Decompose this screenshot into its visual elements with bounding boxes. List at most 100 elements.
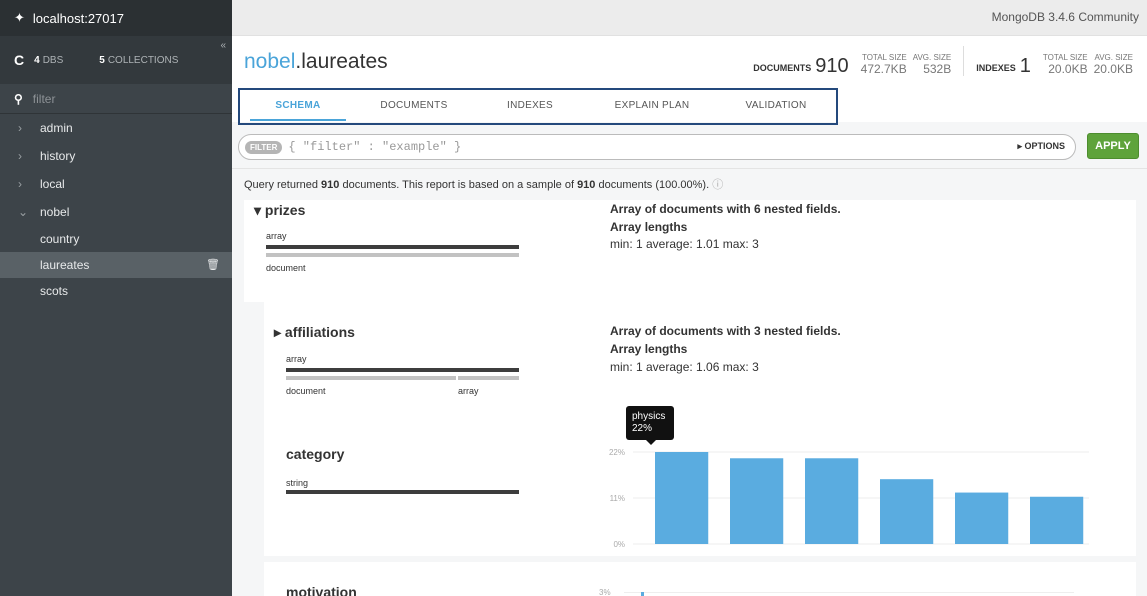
sidebar-collection-laureates[interactable]: laureates 🗑 (0, 252, 232, 278)
indexes-stat: INDEXES 1 (976, 56, 1031, 76)
db-label: admin (40, 121, 73, 135)
array-lengths-label: Array lengths (610, 220, 688, 234)
filter-query-input[interactable]: FILTER { "filter" : "example" } ▸ OPTION… (238, 134, 1076, 160)
tab-validation[interactable]: VALIDATION (716, 90, 836, 123)
idx-avg-size: AVG. SIZE 20.0KB (1094, 53, 1133, 76)
host-label: localhost:27017 (32, 10, 124, 26)
db-label: local (40, 177, 65, 191)
collection-label: scots (40, 284, 69, 298)
info-count: 910 (577, 179, 596, 191)
tab-documents[interactable]: DOCUMENTS (356, 90, 472, 123)
filter-chip: FILTER (245, 140, 283, 154)
tab-indexes[interactable]: INDEXES (472, 90, 588, 123)
collection-label: country (40, 232, 80, 246)
documents-label: DOCUMENTS (753, 63, 812, 73)
type-bar-document[interactable] (266, 253, 519, 257)
category-bar[interactable] (955, 492, 1009, 544)
collection-label: laureates (40, 258, 90, 272)
info-text: documents (100.00%). (595, 179, 710, 191)
sidebar-collection-country[interactable]: country (0, 226, 232, 252)
db-name[interactable]: nobel (244, 50, 295, 73)
trash-icon[interactable]: 🗑 (206, 258, 220, 271)
refresh-icon[interactable]: C (14, 52, 24, 68)
type-bar-array[interactable] (286, 368, 519, 372)
type-bar-array[interactable] (266, 245, 519, 249)
category-bar[interactable] (655, 452, 709, 544)
field-affiliations: ▸ affiliations array document array Arra… (264, 300, 1136, 422)
chevron-right-icon: › (18, 121, 22, 135)
sidebar-db-local[interactable]: › local (0, 170, 232, 198)
db-label: nobel (40, 205, 70, 219)
field-name[interactable]: category (286, 446, 344, 462)
idx-avg-size-value: 20.0KB (1093, 62, 1133, 76)
doc-avg-size: AVG. SIZE 532B (913, 53, 952, 76)
field-name[interactable]: ▾ prizes (254, 202, 305, 219)
documents-stat: DOCUMENTS 910 (753, 56, 848, 76)
idx-total-size: TOTAL SIZE 20.0KB (1043, 53, 1088, 76)
type-label: array (266, 231, 287, 241)
tab-explain-plan[interactable]: EXPLAIN PLAN (588, 90, 716, 123)
sidebar-filter[interactable]: ⚲ filter (0, 84, 232, 114)
collection-tabs: SCHEMA DOCUMENTS INDEXES EXPLAIN PLAN VA… (232, 88, 1147, 125)
category-chart: 22% 11% 0% (609, 448, 1089, 549)
field-description: Array of documents with 3 nested fields. (610, 324, 841, 338)
type-label: string (286, 478, 309, 488)
sidebar-db-nobel[interactable]: ⌄ nobel (0, 198, 232, 226)
apply-button[interactable]: APPLY (1087, 133, 1139, 159)
y-tick: 3% (599, 588, 611, 596)
array-lengths-stats: min: 1 average: 1.06 max: 3 (610, 360, 759, 374)
y-tick-label: 11% (610, 494, 625, 503)
indexes-count: 1 (1019, 55, 1031, 77)
filter-input[interactable]: filter (33, 92, 56, 106)
type-bar-string[interactable] (286, 490, 519, 494)
idx-avg-size-label: AVG. SIZE (1094, 53, 1133, 62)
y-tick-label: 22% (609, 448, 625, 457)
sidebar-db-history[interactable]: › history (0, 142, 232, 170)
doc-total-size: TOTAL SIZE 472.7KB (861, 53, 907, 76)
category-bar[interactable] (805, 458, 859, 544)
field-description: Array of documents with 6 nested fields. (610, 202, 841, 216)
collapse-icon[interactable]: « (220, 40, 226, 51)
sidebar-db-admin[interactable]: › admin (0, 114, 232, 142)
array-lengths-stats: min: 1 average: 1.01 max: 3 (610, 237, 759, 251)
tab-schema[interactable]: SCHEMA (240, 90, 356, 123)
dbs-count: 4 DBS (34, 54, 64, 66)
type-label: array (286, 354, 307, 364)
category-bar[interactable] (880, 479, 934, 544)
sidebar: ✦ localhost:27017 « C 4 DBS 5 COLLECTIONS … (0, 0, 244, 596)
sample-info: Query returned 910 documents. This repor… (244, 176, 723, 192)
chevron-right-icon: › (18, 149, 22, 163)
field-name[interactable]: motivation (286, 584, 357, 596)
collection-stats: DOCUMENTS 910 TOTAL SIZE 472.7KB AVG. SI… (753, 46, 1133, 76)
options-toggle[interactable]: ▸ OPTIONS (1017, 141, 1065, 152)
field-name[interactable]: ▸ affiliations (274, 324, 355, 341)
type-label: array (458, 386, 479, 396)
gridline (624, 592, 1074, 593)
doc-avg-size-value: 532B (923, 62, 952, 76)
collection-name: laureates (301, 50, 388, 73)
bar[interactable] (641, 592, 644, 596)
top-bar: MongoDB 3.4.6 Community (232, 0, 1147, 36)
type-label: document (286, 386, 326, 396)
tabs-highlight-box: SCHEMA DOCUMENTS INDEXES EXPLAIN PLAN VA… (238, 88, 838, 125)
tooltip-label: physics (632, 411, 666, 422)
query-bar: FILTER { "filter" : "example" } ▸ OPTION… (232, 125, 1147, 169)
category-bar[interactable] (1030, 496, 1084, 544)
collection-title: nobel.laureates (244, 50, 388, 74)
type-bar-document[interactable] (286, 376, 456, 380)
collection-header: nobel.laureates DOCUMENTS 910 TOTAL SIZE… (232, 36, 1147, 88)
category-bar[interactable] (730, 458, 784, 544)
search-icon: ⚲ (14, 91, 23, 106)
type-bar-array-nested[interactable] (458, 376, 519, 380)
info-icon[interactable]: ⓘ (712, 179, 723, 191)
field-category: category string 22% 11% 0% (264, 420, 1136, 556)
doc-total-size-label: TOTAL SIZE (861, 53, 907, 62)
doc-avg-size-label: AVG. SIZE (912, 53, 952, 62)
chevron-down-icon: ⌄ (18, 205, 29, 219)
host-bar[interactable]: ✦ localhost:27017 (0, 0, 244, 36)
collections-count: 5 COLLECTIONS (99, 54, 179, 66)
field-motivation: motivation 3% (264, 562, 1136, 596)
sidebar-collection-scots[interactable]: scots (0, 278, 232, 304)
db-label: history (40, 149, 76, 163)
idx-total-size-label: TOTAL SIZE (1042, 53, 1088, 62)
